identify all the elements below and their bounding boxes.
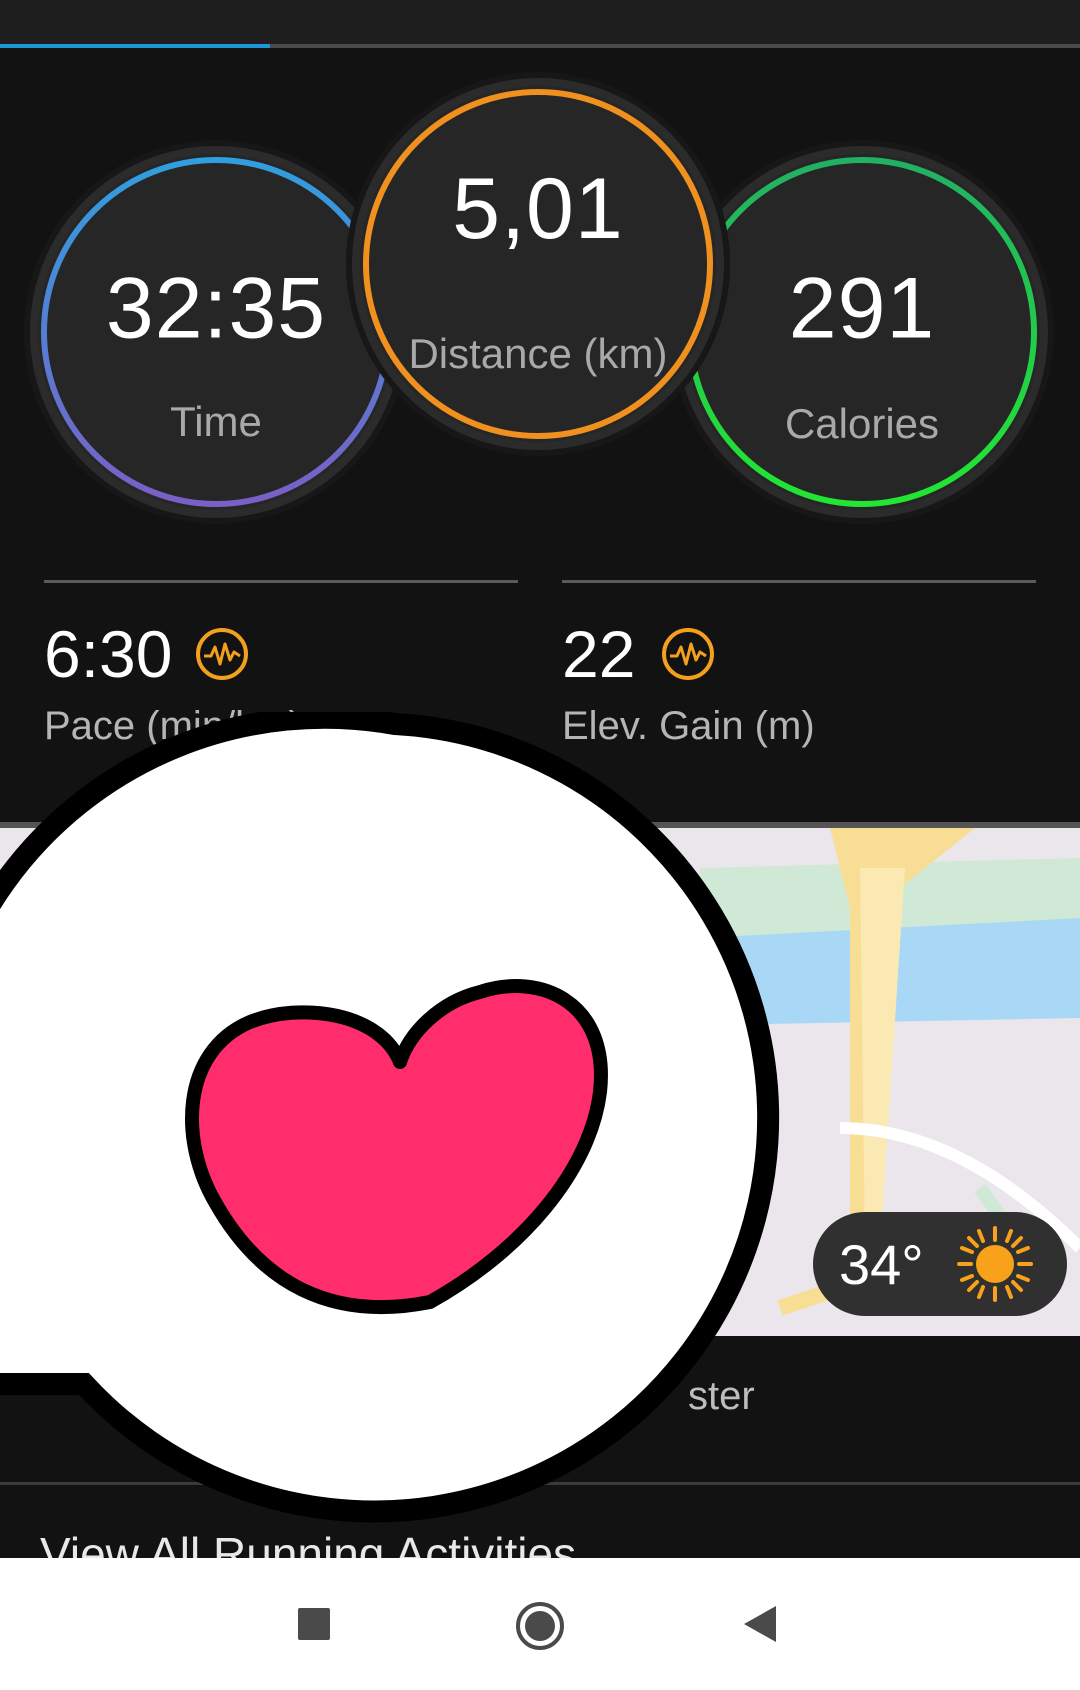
circle-home-icon[interactable] [514, 1600, 566, 1652]
triangle-back-icon[interactable] [740, 1604, 780, 1644]
distance-ring: 5,01 Distance (km) [360, 86, 716, 442]
distance-value: 5,01 [452, 161, 624, 258]
weather-temperature: 34° [839, 1233, 924, 1296]
time-value: 32:35 [105, 260, 327, 357]
calories-ring: 291 Calories [684, 154, 1040, 510]
heart-speech-bubble-icon [0, 712, 780, 1523]
activity-pulse-icon [196, 628, 248, 680]
calories-label: Calories [784, 400, 940, 447]
weather-badge: 34° [813, 1212, 1067, 1316]
elevation-value: 22 [562, 617, 636, 691]
activity-pulse-icon [662, 628, 714, 680]
calories-value: 291 [788, 260, 936, 357]
time-label: Time [170, 398, 262, 445]
distance-ring-stroke [363, 89, 713, 439]
elevation-divider [562, 580, 1036, 583]
progress-track [0, 44, 1080, 48]
top-bar [0, 0, 1080, 46]
progress-indicator [0, 44, 270, 48]
pace-divider [44, 580, 518, 583]
square-recents-icon[interactable] [296, 1606, 332, 1642]
pace-value: 6:30 [44, 617, 173, 691]
time-ring: 32:35 Time [38, 154, 394, 510]
distance-label: Distance (km) [408, 330, 668, 377]
navigation-bar [0, 1558, 1080, 1690]
sun-icon [957, 1226, 1033, 1302]
